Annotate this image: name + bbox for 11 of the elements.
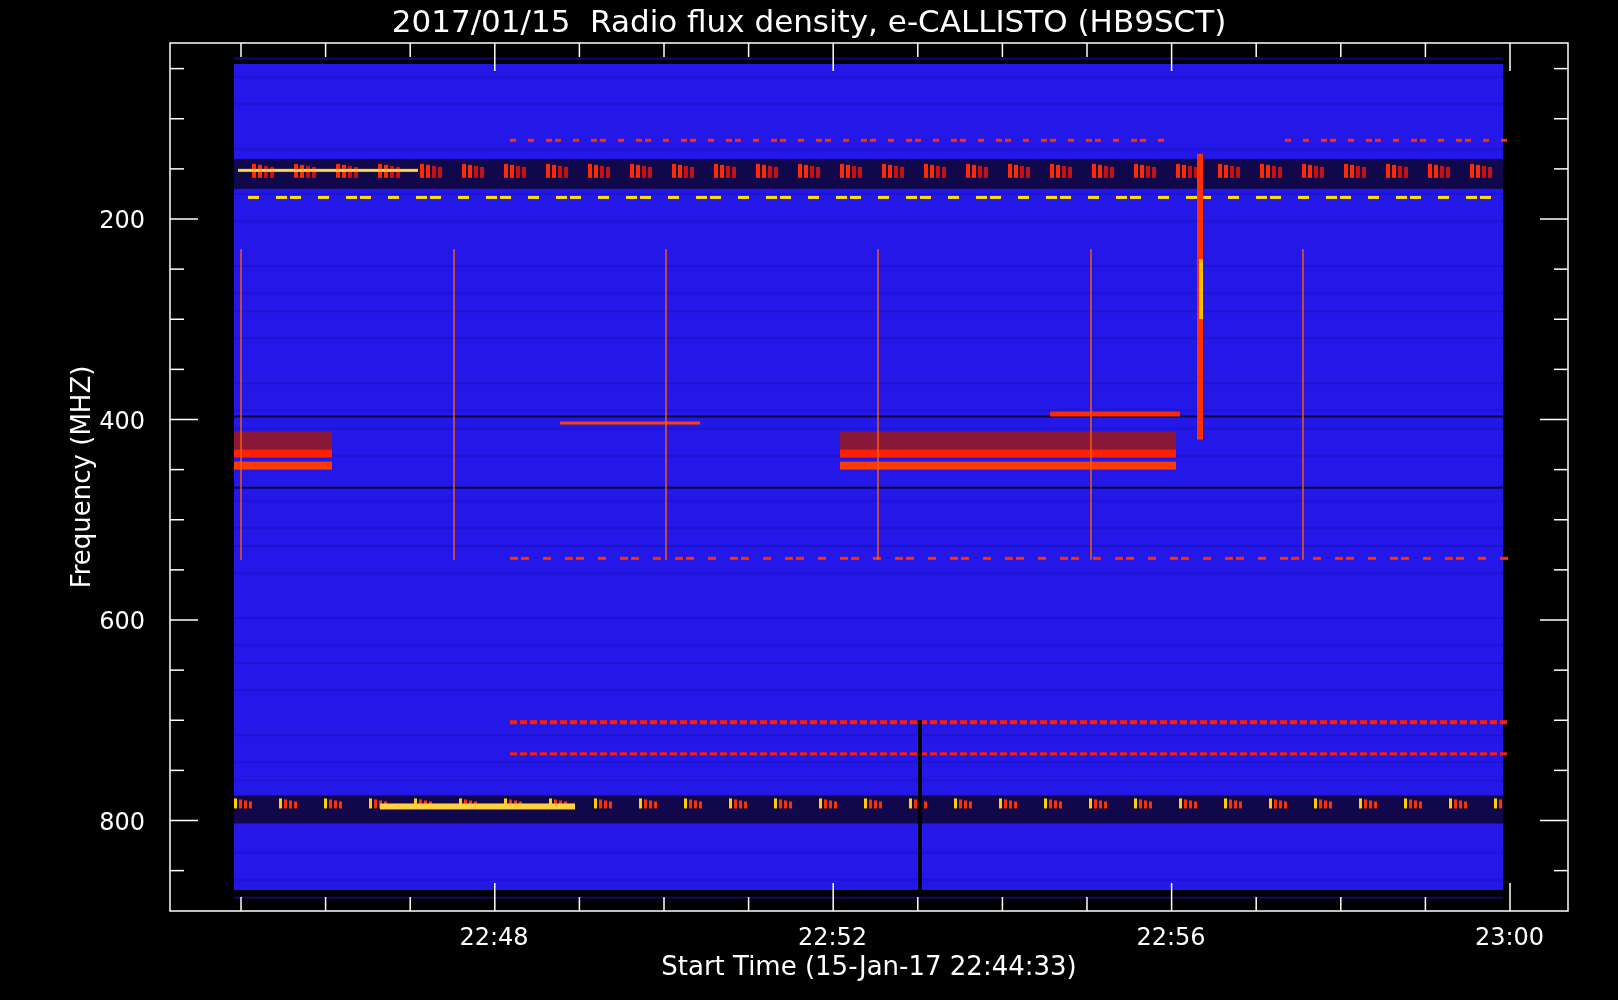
x-tick-label: 22:52 — [797, 923, 868, 951]
y-tick-label: 800 — [99, 807, 145, 836]
x-axis-label: Start Time (15-Jan-17 22:44:33) — [661, 951, 1077, 981]
y-tick-label: 400 — [99, 406, 145, 435]
chart-title: 2017/01/15 Radio flux density, e-CALLISTO (HB9SCT) — [391, 3, 1227, 39]
y-tick-label: 600 — [99, 607, 145, 635]
x-tick-label: 23:00 — [1474, 923, 1545, 951]
y-tick-label: 200 — [99, 206, 145, 234]
y-axis-label: Frequency (MHZ) — [66, 365, 96, 589]
x-tick-label: 22:56 — [1136, 923, 1206, 951]
x-tick-label: 22:48 — [459, 923, 529, 951]
